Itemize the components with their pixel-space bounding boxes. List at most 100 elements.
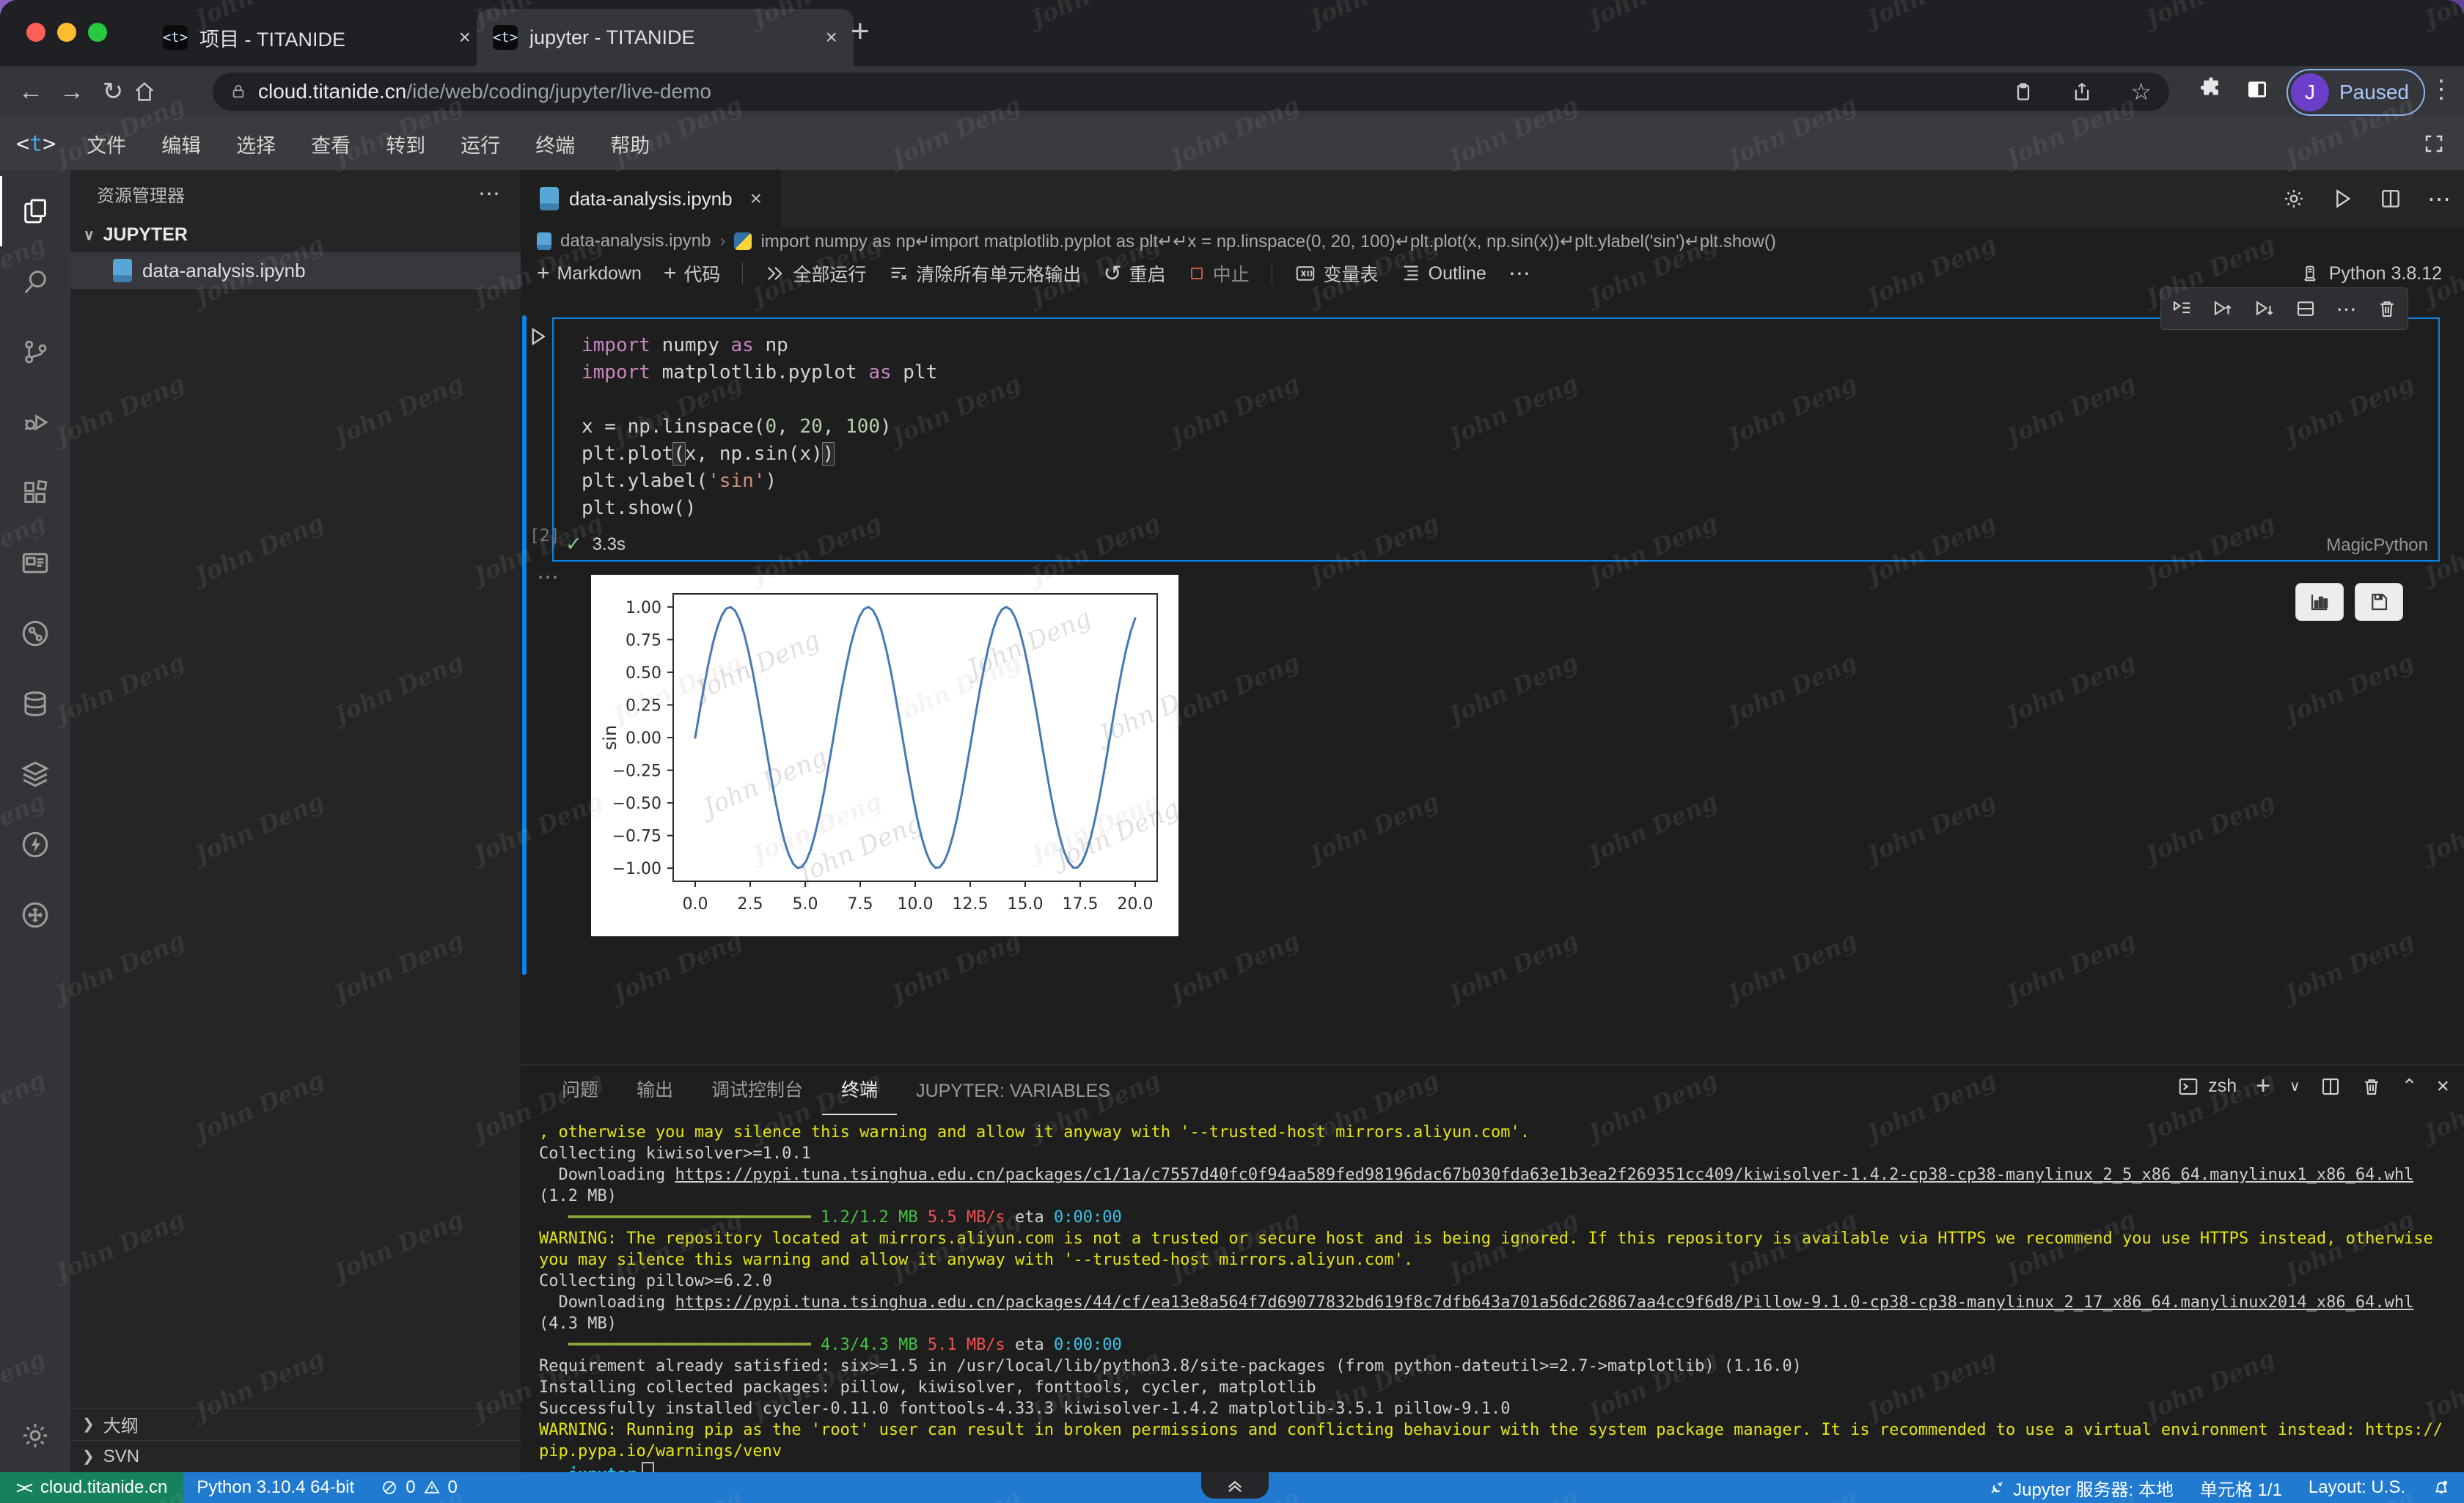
bookmark-star-icon[interactable]: ☆ bbox=[2130, 78, 2152, 106]
terminal-output[interactable]: , otherwise you may silence this warning… bbox=[539, 1122, 2449, 1472]
execute-cell-and-below-icon[interactable] bbox=[2171, 298, 2193, 320]
notebook-settings-gear-icon[interactable] bbox=[2282, 187, 2306, 210]
cell-position-status[interactable]: 单元格 1/1 bbox=[2187, 1475, 2295, 1501]
new-terminal-icon[interactable]: + bbox=[2256, 1072, 2270, 1100]
menu-goto[interactable]: 转到 bbox=[368, 130, 443, 158]
back-icon[interactable]: ← bbox=[10, 78, 51, 106]
add-code-button[interactable]: +代码 bbox=[664, 260, 721, 287]
new-tab-button[interactable]: + bbox=[851, 13, 870, 50]
sidebar-section-jupyter[interactable]: ∨ JUPYTER bbox=[70, 217, 521, 252]
close-panel-icon[interactable]: × bbox=[2436, 1074, 2449, 1099]
traffic-light-close[interactable] bbox=[26, 23, 45, 42]
url-bar[interactable]: cloud.titanide.cn/ide/web/coding/jupyter… bbox=[213, 73, 2169, 111]
settings-gear-icon[interactable] bbox=[0, 1400, 70, 1471]
browser-tab-1[interactable]: <t> 项目 - TITANIDE × bbox=[147, 9, 487, 66]
fullscreen-icon[interactable] bbox=[2423, 133, 2445, 155]
clear-outputs-button[interactable]: 清除所有单元格输出 bbox=[888, 260, 1081, 287]
notifications-bell-icon[interactable] bbox=[2419, 1478, 2464, 1497]
split-editor-icon[interactable] bbox=[2379, 187, 2402, 210]
extensions-icon[interactable] bbox=[0, 457, 70, 528]
live-preview-icon[interactable] bbox=[0, 528, 70, 598]
split-cell-icon[interactable] bbox=[2295, 298, 2317, 320]
run-all-button[interactable]: 全部运行 bbox=[765, 260, 866, 287]
split-terminal-icon[interactable] bbox=[2320, 1076, 2342, 1098]
add-markdown-button[interactable]: +Markdown bbox=[537, 261, 642, 286]
menu-selection[interactable]: 选择 bbox=[219, 130, 293, 158]
editor-tab-notebook[interactable]: data-analysis.ipynb × bbox=[521, 170, 781, 227]
terminal-dropdown-chevron-icon[interactable]: ∨ bbox=[2289, 1077, 2300, 1095]
editor-more-icon[interactable]: ⋯ bbox=[2427, 185, 2451, 213]
thunder-client-icon[interactable] bbox=[0, 809, 70, 880]
cell-code-editor[interactable]: import numpy as npimport matplotlib.pypl… bbox=[582, 332, 937, 522]
interrupt-button[interactable]: 中止 bbox=[1188, 260, 1250, 287]
code-cell[interactable]: import numpy as npimport matplotlib.pypl… bbox=[552, 317, 2440, 562]
panel-tab-terminal-active[interactable]: 终端 bbox=[822, 1076, 897, 1115]
panel-tab-item[interactable]: JUPYTER: VARIABLES bbox=[897, 1081, 1129, 1115]
browser-menu-icon[interactable]: ⋮ bbox=[2429, 75, 2454, 104]
menu-edit[interactable]: 编辑 bbox=[144, 130, 219, 158]
run-and-debug-icon[interactable] bbox=[0, 387, 70, 457]
run-notebook-icon[interactable] bbox=[2331, 187, 2354, 210]
open-in-plot-viewer-button[interactable] bbox=[2295, 583, 2344, 621]
search-icon[interactable] bbox=[0, 246, 70, 317]
run-cell-icon[interactable] bbox=[527, 326, 549, 348]
profile-badge[interactable]: J Paused bbox=[2287, 69, 2425, 116]
variables-button[interactable]: 变量表 bbox=[1294, 260, 1379, 287]
cell-more-icon[interactable]: ⋯ bbox=[2336, 297, 2356, 321]
breadcrumb-cell-preview[interactable]: import numpy as np↵import matplotlib.pyp… bbox=[760, 231, 1775, 252]
tab-close-icon[interactable]: × bbox=[459, 26, 471, 49]
layers-icon[interactable] bbox=[0, 739, 70, 809]
output-more-icon[interactable]: ⋯ bbox=[537, 565, 559, 590]
panel-tab-item[interactable]: 问题 bbox=[543, 1076, 617, 1115]
sidebar-section-svn[interactable]: ❯ SVN bbox=[70, 1440, 521, 1472]
keyboard-layout-status[interactable]: Layout: U.S. bbox=[2295, 1477, 2419, 1498]
panel-expander[interactable] bbox=[1201, 1472, 1269, 1499]
run-below-icon[interactable] bbox=[2254, 298, 2276, 320]
maximize-panel-icon[interactable]: ⌃ bbox=[2402, 1075, 2418, 1098]
menu-terminal[interactable]: 终端 bbox=[518, 130, 593, 158]
editor-tab-close-icon[interactable]: × bbox=[750, 187, 762, 210]
browser-tab-2[interactable]: <t> jupyter - TITANIDE × bbox=[477, 9, 854, 66]
sidepanel-icon[interactable] bbox=[2245, 78, 2269, 101]
share-icon[interactable] bbox=[2072, 81, 2092, 102]
clipboard-icon[interactable] bbox=[2013, 81, 2034, 102]
remote-indicator[interactable]: >< cloud.titanide.cn bbox=[0, 1472, 183, 1503]
kernel-picker[interactable]: Python 3.8.12 bbox=[2300, 263, 2464, 284]
menu-run[interactable]: 运行 bbox=[443, 130, 518, 158]
tab-close-icon[interactable]: × bbox=[826, 26, 837, 49]
panel-tab-item[interactable]: 调试控制台 bbox=[692, 1076, 822, 1115]
terminal-instance[interactable]: zsh bbox=[2177, 1076, 2237, 1098]
cluster-icon[interactable] bbox=[0, 880, 70, 950]
save-output-button[interactable] bbox=[2355, 583, 2403, 621]
traffic-light-zoom[interactable] bbox=[88, 23, 107, 42]
sidebar-more-icon[interactable]: ⋯ bbox=[478, 181, 500, 207]
menu-file[interactable]: 文件 bbox=[69, 130, 144, 158]
home-icon[interactable] bbox=[133, 81, 175, 103]
panel-tab-item[interactable]: 输出 bbox=[617, 1076, 692, 1115]
traffic-light-minimize[interactable] bbox=[57, 23, 76, 42]
reload-icon[interactable]: ↻ bbox=[92, 77, 133, 106]
jupyter-server-status[interactable]: Jupyter 服务器: 本地 bbox=[1975, 1475, 2187, 1501]
menu-help[interactable]: 帮助 bbox=[593, 130, 667, 158]
breadcrumb[interactable]: data-analysis.ipynb › import numpy as np… bbox=[521, 227, 2464, 255]
git-graph-icon[interactable] bbox=[0, 598, 70, 669]
python-interpreter-status[interactable]: Python 3.10.4 64-bit bbox=[183, 1477, 367, 1498]
sidebar-item-notebook-file[interactable]: data-analysis.ipynb bbox=[70, 252, 521, 289]
forward-icon[interactable]: → bbox=[51, 78, 92, 106]
explorer-icon[interactable] bbox=[0, 176, 70, 246]
source-control-icon[interactable] bbox=[0, 317, 70, 387]
delete-cell-icon[interactable] bbox=[2376, 298, 2398, 320]
restart-kernel-button[interactable]: ↺重启 bbox=[1103, 260, 1165, 287]
run-above-icon[interactable] bbox=[2212, 298, 2234, 320]
terminal-line: Downloading https://pypi.tuna.tsinghua.e… bbox=[539, 1292, 2449, 1334]
extensions-puzzle-icon[interactable] bbox=[2199, 76, 2223, 101]
breadcrumb-file[interactable]: data-analysis.ipynb bbox=[560, 231, 711, 251]
menu-view[interactable]: 查看 bbox=[293, 130, 368, 158]
sidebar-section-outline[interactable]: ❯ 大纲 bbox=[70, 1408, 521, 1440]
problems-status[interactable]: 0 0 bbox=[367, 1477, 471, 1498]
outline-button[interactable]: Outline bbox=[1401, 263, 1486, 284]
cell-language-mode[interactable]: MagicPython bbox=[2326, 535, 2428, 556]
kill-terminal-icon[interactable] bbox=[2361, 1076, 2383, 1098]
database-icon[interactable] bbox=[0, 669, 70, 739]
toolbar-more-icon[interactable]: ⋯ bbox=[1508, 261, 1530, 287]
